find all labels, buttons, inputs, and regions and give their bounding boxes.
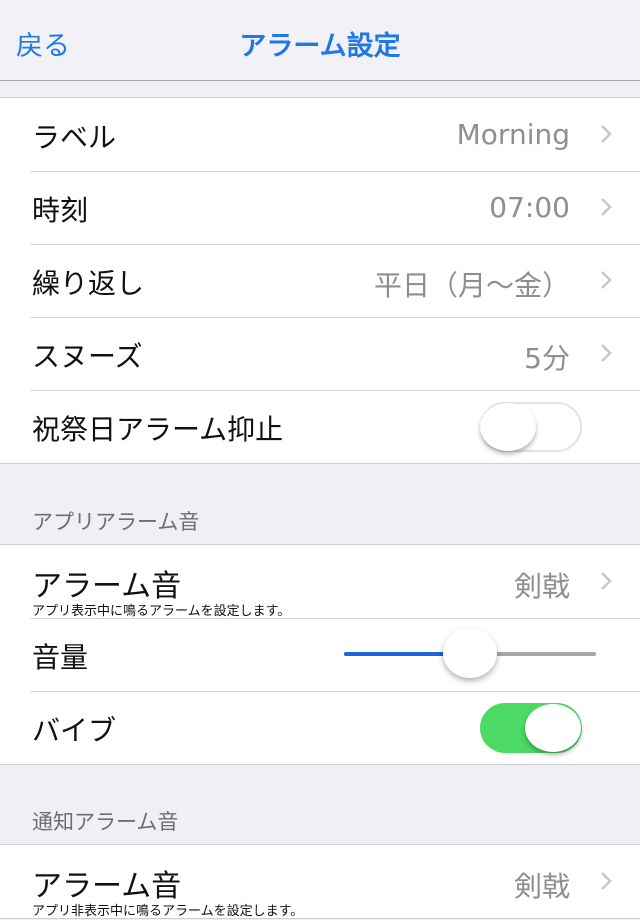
label-row[interactable]: ラベル Morning: [0, 98, 640, 171]
row-label: 繰り返し: [32, 267, 145, 300]
section-header-app-alarm: アプリアラーム音: [32, 510, 200, 534]
row-label: ラベル: [32, 121, 117, 154]
row-value: Morning: [456, 118, 570, 151]
volume-row: 音量: [0, 618, 640, 691]
app-alarm-sound-row[interactable]: アラーム音 アプリ表示中に鳴るアラームを設定します。 剣戟: [0, 545, 640, 619]
navigation-bar: 戻る アラーム設定: [0, 0, 640, 81]
chevron-right-icon: [601, 198, 612, 216]
vibrate-row: バイブ: [0, 691, 640, 764]
row-label: 音量: [32, 641, 89, 674]
snooze-row[interactable]: スヌーズ 5分: [0, 317, 640, 390]
notify-alarm-sound-row[interactable]: アラーム音 アプリ非表示中に鳴るアラームを設定します。 剣戟: [0, 845, 640, 919]
row-label: スヌーズ: [32, 340, 143, 373]
toggle-knob: [480, 403, 536, 451]
row-label: アラーム音: [32, 869, 182, 904]
page-title: アラーム設定: [239, 31, 401, 62]
row-label: バイブ: [32, 714, 117, 747]
row-value: 剣戟: [513, 570, 570, 603]
holiday-suppress-row: 祝祭日アラーム抑止: [0, 390, 640, 463]
time-row[interactable]: 時刻 07:00: [0, 171, 640, 244]
section-header-notify-alarm: 通知アラーム音: [32, 810, 179, 834]
row-sublabel: アプリ非表示中に鳴るアラームを設定します。: [32, 904, 304, 919]
vibrate-toggle[interactable]: [480, 703, 582, 753]
toggle-knob: [525, 704, 581, 752]
slider-thumb[interactable]: [443, 628, 497, 678]
volume-slider[interactable]: [344, 628, 596, 678]
chevron-right-icon: [601, 125, 612, 143]
row-value: 5分: [524, 342, 570, 375]
chevron-right-icon: [601, 572, 612, 590]
row-label: アラーム音: [32, 569, 182, 604]
row-sublabel: アプリ表示中に鳴るアラームを設定します。: [32, 604, 291, 619]
chevron-right-icon: [601, 271, 612, 289]
row-value: 剣戟: [513, 870, 570, 903]
row-value: 07:00: [489, 191, 570, 224]
chevron-right-icon: [601, 872, 612, 890]
repeat-row[interactable]: 繰り返し 平日（月〜金）: [0, 244, 640, 317]
row-label: 時刻: [32, 194, 89, 227]
notify-alarm-group: アラーム音 アプリ非表示中に鳴るアラームを設定します。 剣戟: [0, 844, 640, 919]
row-label: 祝祭日アラーム抑止: [32, 413, 284, 446]
app-alarm-group: アラーム音 アプリ表示中に鳴るアラームを設定します。 剣戟 音量 バイブ: [0, 544, 640, 765]
row-value: 平日（月〜金）: [373, 269, 570, 302]
chevron-right-icon: [601, 344, 612, 362]
general-settings-group: ラベル Morning 時刻 07:00 繰り返し 平日（月〜金） スヌーズ 5…: [0, 97, 640, 464]
holiday-suppress-toggle[interactable]: [480, 402, 582, 452]
